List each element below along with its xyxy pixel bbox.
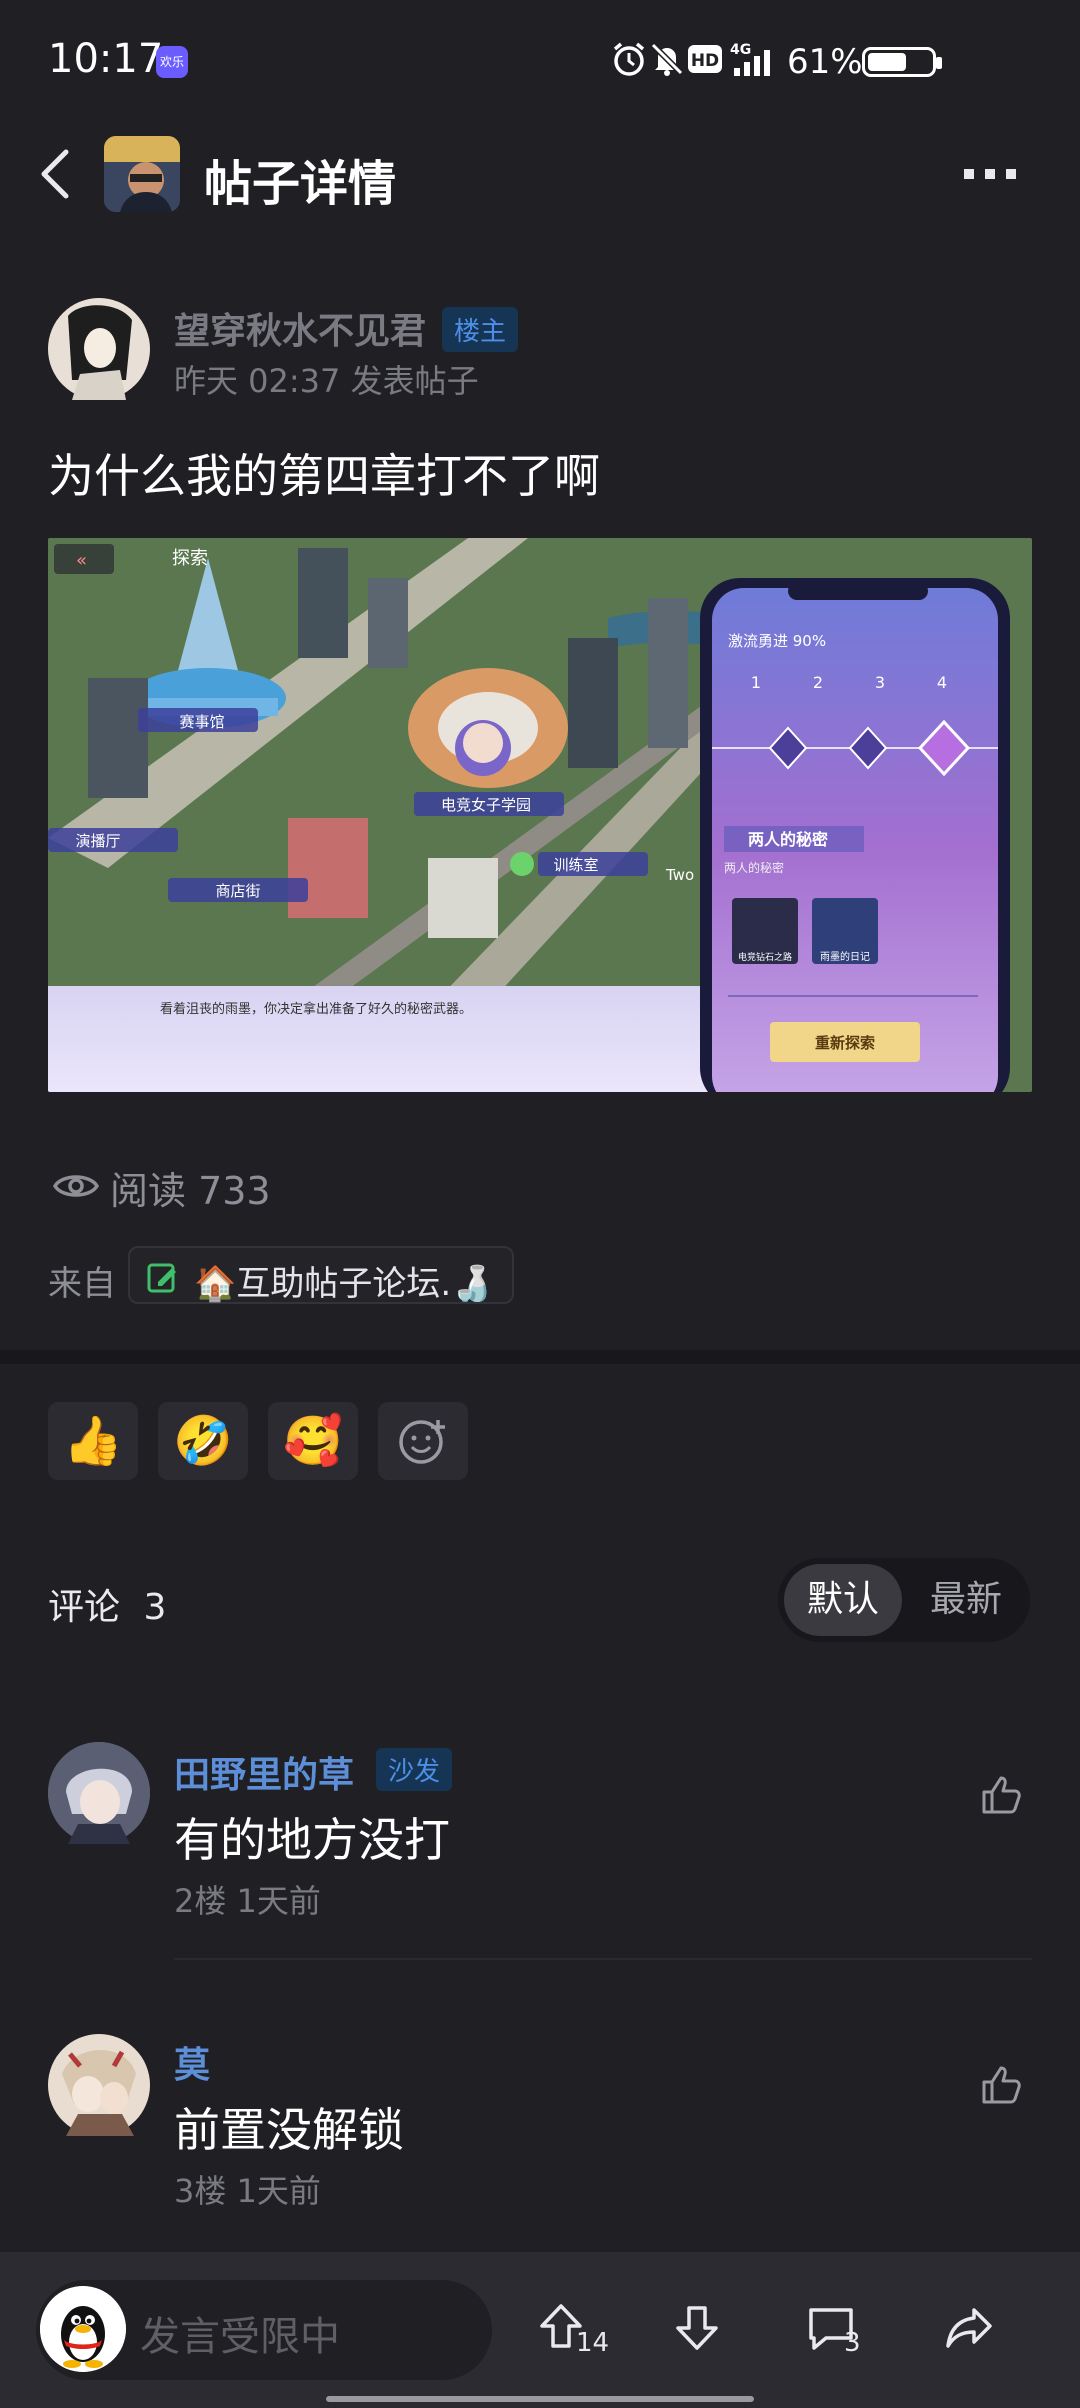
add-reaction-icon [399,1420,445,1464]
chapter-4: 4 [937,673,947,692]
comment-count: 3 [844,2328,861,2358]
svg-text:«: « [76,550,87,571]
svg-text:4G: 4G [730,42,751,58]
phone-progress-title: 激流勇进 90% [728,632,826,650]
comment-meta: 3楼 1天前 [174,2172,321,2210]
battery-percent: 61% [787,42,863,82]
card-diary: 雨墨的日记 [820,950,870,963]
comment-like-icon[interactable] [978,1770,1026,1818]
place-label-two: Two [665,866,694,884]
sort-latest-tab[interactable]: 最新 [908,1564,1024,1636]
op-badge: 楼主 [442,307,519,352]
secret-title: 两人的秘密 [748,830,828,849]
mute-icon [650,42,684,76]
card-diamond-road: 电竞钻石之路 [738,951,792,963]
alarm-icon [613,42,645,76]
chapter-1: 1 [751,673,761,692]
home-indicator[interactable] [326,2396,754,2402]
section-divider [0,1350,1080,1364]
edit-note-icon [147,1263,176,1293]
from-label: 来自 [48,1264,116,1304]
page-title: 帖子详情 [204,156,397,212]
comments-header: 评论 3 [48,1578,166,1630]
place-label-studio: 演播厅 [75,832,120,850]
commenter-name[interactable]: 田野里的草 [174,1746,354,1798]
secret-subtitle: 两人的秘密 [724,860,784,875]
svg-text:HD: HD [691,51,719,71]
commenter-name[interactable]: 莫 [174,2036,210,2088]
comments-count: 3 [143,1587,167,1628]
comment-meta: 2楼 1天前 [174,1882,321,1920]
share-icon[interactable] [944,2302,994,2352]
back-icon[interactable] [34,146,74,202]
hd-icon: HD [688,45,722,73]
comment-text: 前置没解锁 [174,2103,404,2157]
sort-toggle: 默认 最新 [778,1558,1030,1642]
place-label-arena: 赛事馆 [179,713,224,731]
sort-default-tab[interactable]: 默认 [784,1564,902,1636]
status-time: 10:17 [48,36,164,82]
comment-text: 有的地方没打 [174,1813,450,1867]
re-explore-button: 重新探索 [815,1034,875,1052]
downvote-icon[interactable] [672,2302,722,2352]
more-icon[interactable] [962,166,1018,182]
post-title: 为什么我的第四章打不了啊 [48,449,600,503]
battery-icon [862,47,942,77]
place-label-shop-street: 商店街 [215,882,260,900]
place-label-training: 训练室 [553,856,598,874]
image-caption: 看着沮丧的雨墨，你决定拿出准备了好久的秘密武器。 [160,1001,472,1017]
user-avatar[interactable] [40,2286,126,2372]
comment-like-icon[interactable] [978,2060,1026,2108]
eye-icon [52,1175,100,1197]
comment-separator [174,1958,1032,1960]
commenter-avatar[interactable] [48,1742,150,1844]
author-name[interactable]: 望穿秋水不见君 [174,302,426,354]
forum-link[interactable]: 🏠互助帖子论坛.🍶 [128,1246,514,1304]
forum-name: 🏠互助帖子论坛.🍶 [194,1264,494,1304]
post-image[interactable]: 看着沮丧的雨墨，你决定拿出准备了好久的秘密武器。 « 探索 赛事馆 演播厅 商店… [48,538,1032,1092]
post-time: 昨天 02:37 发表帖子 [174,362,479,400]
reaction-thumbs-up[interactable]: 👍 [48,1402,138,1480]
reaction-laughing[interactable]: 🤣 [158,1402,248,1480]
chapter-2: 2 [813,673,823,692]
signal-4g-icon: 4G [730,42,770,76]
qq-penguin-icon [40,2286,126,2372]
sofa-badge: 沙发 [376,1748,453,1791]
game-map-illustration: 看着沮丧的雨墨，你决定拿出准备了好久的秘密武器。 « 探索 赛事馆 演播厅 商店… [48,538,1032,1092]
place-label-academy: 电竞女子学园 [441,796,531,814]
author-avatar[interactable] [48,298,150,400]
comments-label: 评论 [48,1587,121,1628]
game-logo[interactable] [104,136,180,212]
comment-placeholder: 发言受限中 [140,2314,340,2360]
reaction-love[interactable]: 🥰 [268,1402,358,1480]
read-count: 阅读 733 [110,1169,271,1213]
app-notification-icon: 欢乐 [156,46,188,78]
upvote-count: 14 [576,2328,610,2358]
commenter-avatar[interactable] [48,2034,150,2136]
image-explore-label: 探索 [172,548,208,569]
add-reaction-button[interactable] [378,1402,468,1480]
chapter-3: 3 [875,673,885,692]
